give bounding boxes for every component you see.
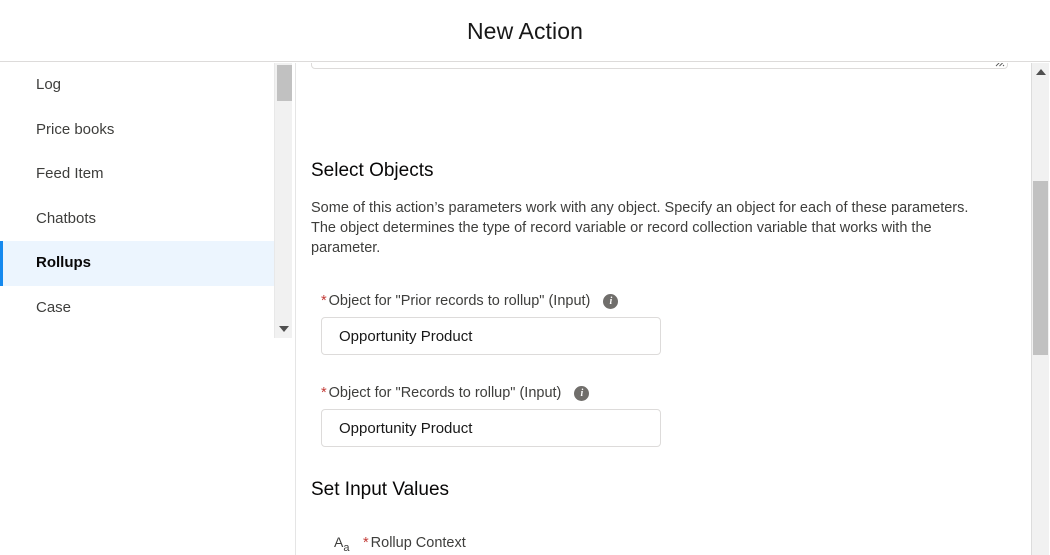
field-label: * Object for "Records to rollup" (Input)…	[321, 383, 661, 403]
modal-header: New Action	[0, 0, 1050, 62]
field-rollup-context: Aa * Rollup Context UPSERT	[334, 533, 765, 555]
object-prior-records-input[interactable]: Opportunity Product	[321, 317, 661, 355]
field-label-text: Rollup Context	[370, 535, 466, 551]
sidebar-item-price-books[interactable]: Price books	[0, 108, 274, 153]
content-scrollbar[interactable]	[1031, 63, 1049, 555]
content-scroll-up-button[interactable]	[1032, 63, 1049, 81]
field-object-records: * Object for "Records to rollup" (Input)…	[321, 383, 661, 447]
description-textarea[interactable]	[311, 63, 1008, 69]
set-input-values-heading: Set Input Values	[311, 479, 450, 500]
page-title: New Action	[466, 18, 584, 44]
resize-grip-icon[interactable]	[993, 63, 1005, 67]
sidebar-scrollbar-thumb[interactable]	[277, 65, 292, 101]
content-scrollbar-thumb[interactable]	[1033, 181, 1048, 355]
chevron-down-icon	[279, 326, 289, 332]
chevron-up-icon	[1035, 69, 1046, 75]
field-object-prior-records: * Object for "Prior records to rollup" (…	[321, 291, 661, 355]
required-marker: *	[321, 292, 327, 309]
modal-body: Log Price books Feed Item Chatbots Rollu…	[0, 63, 1050, 555]
sidebar-item-label: Feed Item	[36, 165, 104, 182]
object-records-input[interactable]: Opportunity Product	[321, 409, 661, 447]
field-label: * Rollup Context	[363, 533, 466, 553]
sidebar-panel: Log Price books Feed Item Chatbots Rollu…	[0, 63, 296, 555]
info-icon[interactable]: i	[603, 293, 619, 309]
sidebar-item-label: Log	[36, 76, 62, 93]
text-type-icon: Aa	[334, 534, 350, 554]
sidebar-scroll-down-button[interactable]	[275, 320, 293, 338]
sidebar-item-label: Price books	[36, 120, 115, 138]
content-panel: Select Objects Some of this action’s par…	[297, 63, 1030, 555]
sidebar-item-chatbots[interactable]: Chatbots	[0, 197, 274, 242]
sidebar-item-rollups[interactable]: Rollups	[0, 241, 274, 286]
info-icon[interactable]: i	[574, 385, 590, 401]
field-label-text: Object for "Prior records to rollup" (In…	[328, 293, 591, 309]
required-marker: *	[321, 384, 327, 401]
sidebar-item-label: Case	[36, 298, 72, 316]
sidebar-list: Log Price books Feed Item Chatbots Rollu…	[0, 63, 274, 330]
sidebar-item-label: Chatbots	[36, 209, 97, 227]
select-objects-description: Some of this action’s parameters work wi…	[311, 200, 969, 256]
sidebar-item-log[interactable]: Log	[0, 63, 274, 108]
select-objects-heading: Select Objects	[311, 160, 434, 181]
field-label: * Object for "Prior records to rollup" (…	[321, 291, 661, 311]
sidebar-item-case[interactable]: Case	[0, 286, 274, 331]
sidebar-scrollbar[interactable]	[274, 63, 292, 338]
field-label-text: Object for "Records to rollup" (Input)	[328, 385, 562, 401]
sidebar-item-feed-item[interactable]: Feed Item	[0, 152, 274, 197]
sidebar-item-label: Rollups	[36, 254, 91, 271]
required-marker: *	[363, 534, 369, 551]
field-label-row: Aa * Rollup Context	[334, 533, 765, 555]
